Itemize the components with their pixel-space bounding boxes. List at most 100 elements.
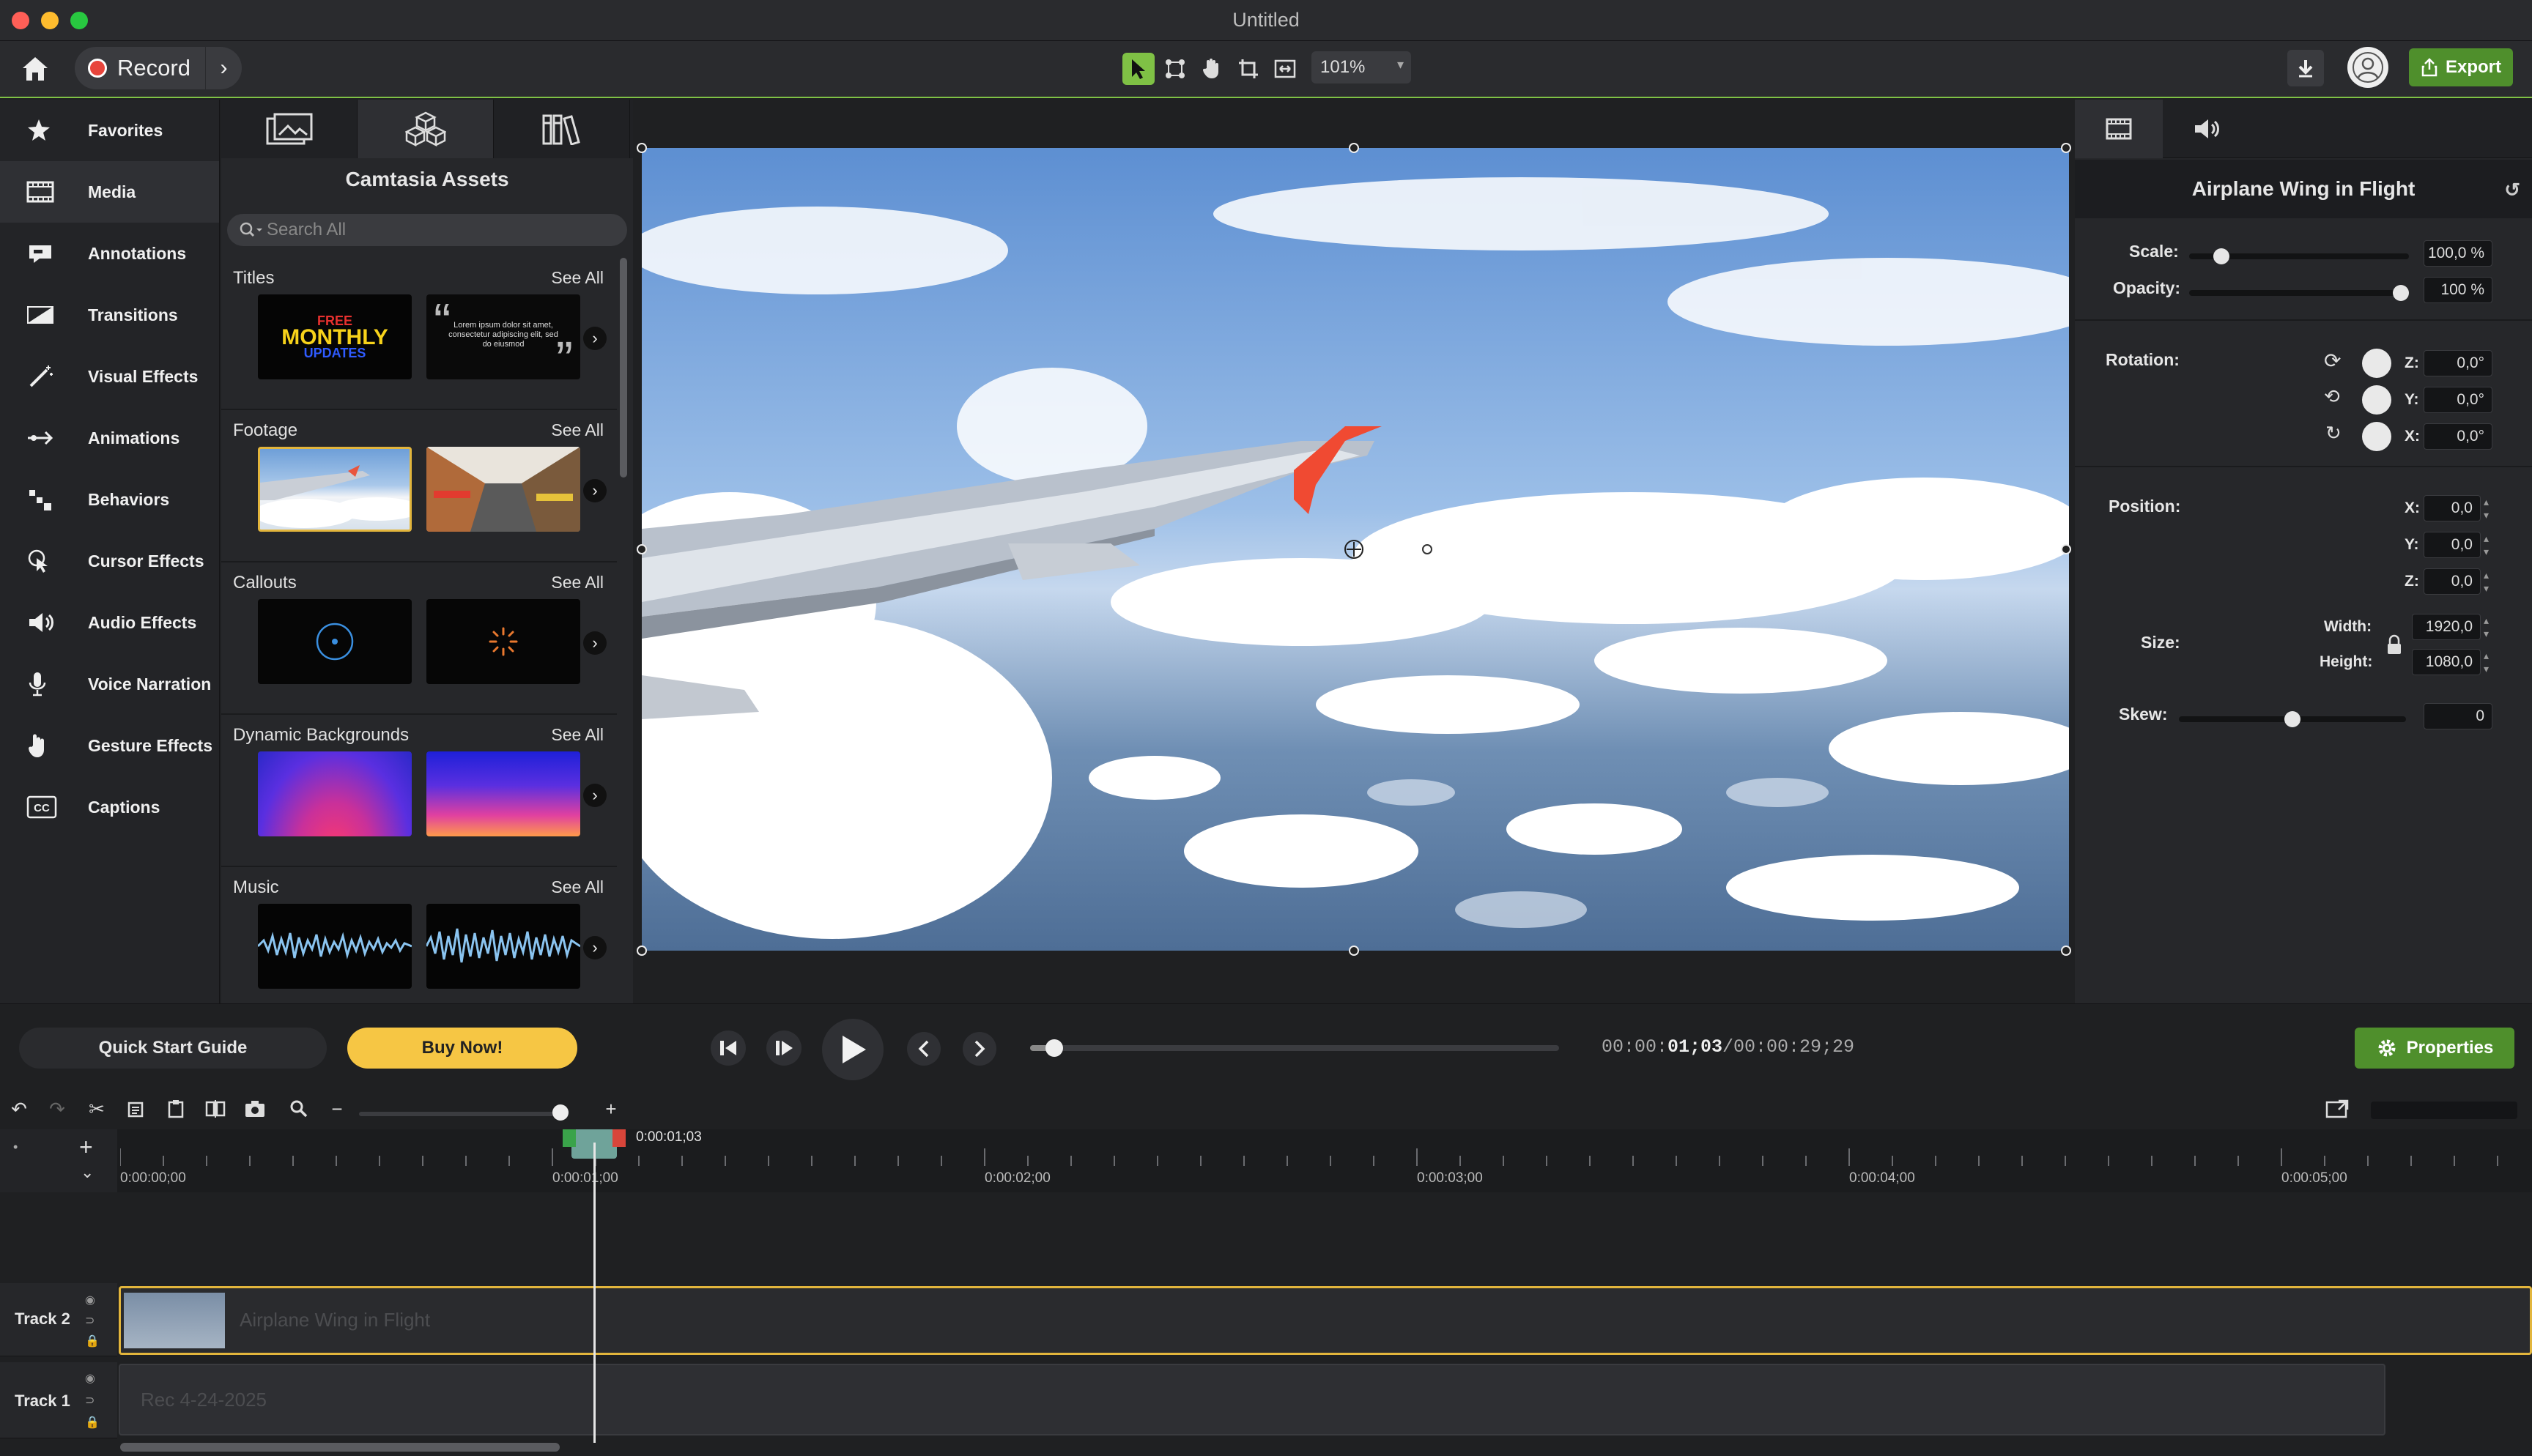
asset-thumbnail[interactable] bbox=[426, 751, 580, 836]
resize-handle[interactable] bbox=[637, 544, 647, 554]
asset-thumbnail[interactable] bbox=[426, 904, 580, 989]
position-x-input[interactable]: 0,0 bbox=[2424, 495, 2481, 521]
see-all-backgrounds-link[interactable]: See All bbox=[551, 725, 604, 745]
timeline-zoom-slider[interactable] bbox=[359, 1112, 564, 1116]
tab-visual-properties[interactable] bbox=[2075, 100, 2163, 158]
canvas-zoom-select[interactable]: 101% ▾ bbox=[1311, 51, 1411, 83]
width-input[interactable]: 1920,0 bbox=[2412, 614, 2481, 640]
opacity-input[interactable]: 100 % bbox=[2424, 277, 2492, 303]
stepper-icon[interactable]: ▴ ▾ bbox=[2484, 495, 2489, 521]
skew-input[interactable]: 0 bbox=[2424, 703, 2492, 729]
crop-tool-button[interactable] bbox=[1232, 53, 1265, 85]
sidebar-item-media[interactable]: Media bbox=[0, 161, 219, 223]
step-back-button[interactable] bbox=[711, 1030, 746, 1066]
sidebar-item-captions[interactable]: CC Captions bbox=[0, 776, 219, 838]
height-input[interactable]: 1080,0 bbox=[2412, 649, 2481, 675]
opacity-slider[interactable] bbox=[2189, 290, 2409, 296]
stepper-icon[interactable]: ▴ ▾ bbox=[2484, 568, 2489, 595]
add-track-button[interactable]: + bbox=[79, 1134, 93, 1161]
skew-slider-knob[interactable] bbox=[2284, 711, 2300, 727]
edit-points-tool-button[interactable] bbox=[1159, 53, 1191, 85]
scale-slider-knob[interactable] bbox=[2213, 248, 2230, 264]
asset-thumbnail[interactable] bbox=[426, 599, 580, 684]
next-arrow-button[interactable]: › bbox=[583, 327, 607, 350]
rotation-x-dial[interactable] bbox=[2362, 422, 2391, 451]
move-handle[interactable] bbox=[1344, 539, 1364, 560]
timeline-ruler[interactable]: • + ⌄ 0:00:00;00 0:00:01;00 0:00:02;00 0:00… bbox=[0, 1129, 2532, 1192]
tab-library[interactable] bbox=[494, 100, 630, 158]
asset-thumbnail[interactable] bbox=[258, 751, 412, 836]
opacity-slider-knob[interactable] bbox=[2393, 285, 2409, 301]
paste-button[interactable] bbox=[164, 1097, 188, 1121]
asset-thumbnail[interactable] bbox=[258, 599, 412, 684]
home-button[interactable] bbox=[16, 50, 54, 88]
sidebar-item-transitions[interactable]: Transitions bbox=[0, 284, 219, 346]
track-visibility-lock-icons[interactable]: ◉ ⊃ 🔒 bbox=[85, 1368, 100, 1434]
detach-timeline-button[interactable] bbox=[2325, 1097, 2349, 1121]
resize-handle[interactable] bbox=[637, 143, 647, 153]
timeline-search-field[interactable] bbox=[2371, 1102, 2517, 1119]
asset-thumbnail[interactable] bbox=[426, 447, 580, 532]
tab-media-library[interactable] bbox=[221, 100, 358, 158]
sidebar-item-gesture-effects[interactable]: Gesture Effects bbox=[0, 715, 219, 776]
assets-search-input[interactable]: Search All bbox=[227, 214, 627, 246]
scale-input[interactable]: 100,0 % bbox=[2424, 240, 2492, 267]
sidebar-item-animations[interactable]: Animations bbox=[0, 407, 219, 469]
select-tool-button[interactable] bbox=[1122, 53, 1155, 85]
record-button[interactable]: Record › bbox=[75, 47, 242, 89]
next-arrow-button[interactable]: › bbox=[583, 479, 607, 502]
previous-clip-button[interactable] bbox=[907, 1032, 941, 1066]
play-button[interactable] bbox=[822, 1019, 884, 1080]
resize-handle[interactable] bbox=[1349, 143, 1359, 153]
cut-button[interactable]: ✂ bbox=[85, 1097, 108, 1121]
position-z-input[interactable]: 0,0 bbox=[2424, 568, 2481, 595]
rotation-y-dial[interactable] bbox=[2362, 385, 2391, 415]
timeline-clip-recording[interactable]: Rec 4-24-2025 bbox=[119, 1364, 2385, 1435]
rotation-y-input[interactable]: 0,0° bbox=[2424, 387, 2492, 413]
export-button[interactable]: Export bbox=[2409, 48, 2513, 86]
see-all-callouts-link[interactable]: See All bbox=[551, 573, 604, 593]
snapshot-button[interactable] bbox=[243, 1097, 267, 1121]
resize-handle[interactable] bbox=[2061, 544, 2071, 554]
properties-toggle-button[interactable]: Properties bbox=[2355, 1028, 2514, 1069]
stepper-icon[interactable]: ▴ ▾ bbox=[2484, 532, 2489, 558]
next-arrow-button[interactable]: › bbox=[583, 784, 607, 807]
timeline-horizontal-scrollbar[interactable] bbox=[120, 1443, 560, 1452]
position-y-input[interactable]: 0,0 bbox=[2424, 532, 2481, 558]
timeline-zoom-knob[interactable] bbox=[552, 1104, 569, 1121]
track-header-track1[interactable]: Track 1 ◉ ⊃ 🔒 bbox=[0, 1362, 117, 1438]
magnet-icon[interactable]: • bbox=[13, 1140, 19, 1165]
see-all-titles-link[interactable]: See All bbox=[551, 268, 604, 288]
next-arrow-button[interactable]: › bbox=[583, 936, 607, 959]
pan-tool-button[interactable] bbox=[1196, 53, 1228, 85]
playback-scrubber[interactable] bbox=[1030, 1039, 1559, 1057]
track-visibility-lock-icons[interactable]: ◉ ⊃ 🔒 bbox=[85, 1290, 100, 1352]
collapse-tracks-chevron-icon[interactable]: ⌄ bbox=[81, 1163, 94, 1182]
resize-handle[interactable] bbox=[2061, 143, 2071, 153]
quick-start-guide-button[interactable]: Quick Start Guide bbox=[19, 1028, 327, 1069]
buy-now-button[interactable]: Buy Now! bbox=[347, 1028, 577, 1069]
sidebar-item-voice-narration[interactable]: Voice Narration bbox=[0, 653, 219, 715]
zoom-fit-button[interactable] bbox=[287, 1097, 311, 1121]
assets-scrollbar[interactable] bbox=[620, 258, 627, 478]
step-forward-button[interactable] bbox=[766, 1030, 802, 1066]
sidebar-item-behaviors[interactable]: Behaviors bbox=[0, 469, 219, 530]
sidebar-item-annotations[interactable]: Annotations bbox=[0, 223, 219, 284]
sidebar-item-audio-effects[interactable]: Audio Effects bbox=[0, 592, 219, 653]
asset-thumbnail[interactable]: “ ” Lorem ipsum dolor sit amet, consecte… bbox=[426, 294, 580, 379]
stepper-icon[interactable]: ▴ ▾ bbox=[2484, 614, 2489, 640]
tab-camtasia-assets[interactable] bbox=[358, 100, 494, 158]
next-clip-button[interactable] bbox=[963, 1032, 996, 1066]
zoom-in-button[interactable]: + bbox=[599, 1097, 623, 1121]
resize-handle[interactable] bbox=[1349, 946, 1359, 956]
fit-tool-button[interactable] bbox=[1269, 53, 1301, 85]
sidebar-item-cursor-effects[interactable]: Cursor Effects bbox=[0, 530, 219, 592]
split-button[interactable] bbox=[204, 1097, 227, 1121]
reset-icon[interactable]: ↺ bbox=[2504, 179, 2520, 201]
asset-thumbnail-selected[interactable] bbox=[258, 447, 412, 532]
sidebar-item-visual-effects[interactable]: Visual Effects bbox=[0, 346, 219, 407]
asset-thumbnail[interactable] bbox=[258, 904, 412, 989]
record-options-chevron-icon[interactable]: › bbox=[205, 47, 242, 89]
see-all-music-link[interactable]: See All bbox=[551, 877, 604, 897]
rotation-handle[interactable] bbox=[1422, 544, 1432, 554]
